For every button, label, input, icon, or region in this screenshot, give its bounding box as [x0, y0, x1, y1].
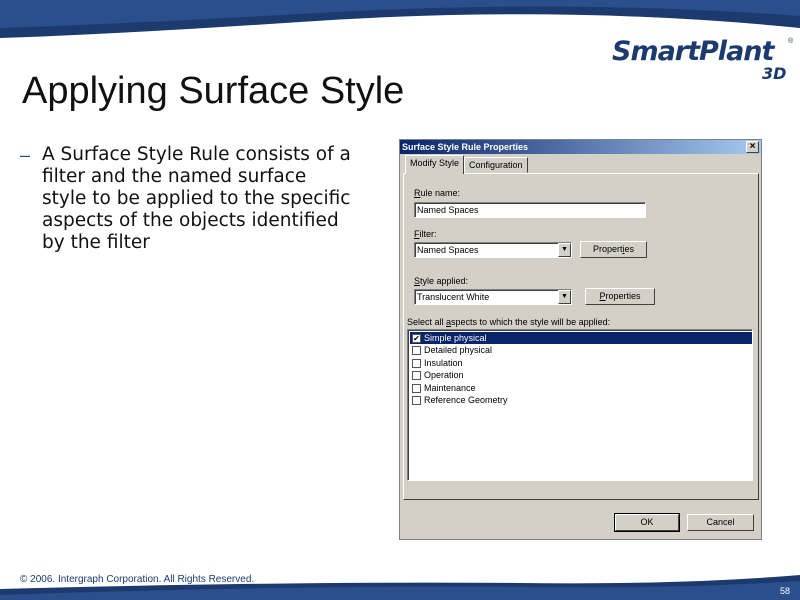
bullet-dash: – — [20, 145, 31, 165]
filter-properties-button[interactable]: Properties — [580, 241, 647, 258]
list-item[interactable]: ✔ Simple physical — [410, 332, 752, 344]
list-item[interactable]: Insulation — [410, 357, 752, 369]
smartplant-logo: SmartPlant ® 3D — [612, 36, 796, 88]
bullet-item: – A Surface Style Rule consists of a fil… — [20, 144, 360, 254]
style-combo[interactable]: Translucent White ▼ — [414, 289, 572, 305]
surface-style-rule-dialog: Surface Style Rule Properties × Modify S… — [399, 139, 762, 540]
tab-panel: Rule name: Named Spaces Filter: Named Sp… — [403, 173, 759, 500]
ok-button[interactable]: OK — [614, 513, 680, 532]
checkbox[interactable] — [412, 345, 421, 355]
checkbox[interactable] — [412, 383, 421, 393]
footer-copyright: © 2006. Intergraph Corporation. All Righ… — [20, 574, 255, 585]
tab-modify-style[interactable]: Modify Style — [405, 155, 465, 174]
list-item[interactable]: Operation — [410, 369, 752, 381]
dialog-titlebar: Surface Style Rule Properties × — [400, 140, 761, 154]
logo-registered-mark: ® — [788, 38, 794, 45]
filter-label: Filter: — [414, 229, 437, 239]
top-decorative-band — [0, 0, 800, 38]
checkbox[interactable]: ✔ — [412, 333, 421, 343]
checkbox[interactable] — [412, 358, 421, 368]
close-icon[interactable]: × — [746, 141, 759, 153]
filter-combo[interactable]: Named Spaces ▼ — [414, 242, 572, 258]
dialog-title: Surface Style Rule Properties — [402, 142, 529, 152]
cancel-button[interactable]: Cancel — [687, 514, 754, 531]
logo-main-text: SmartPlant — [612, 36, 774, 67]
list-item[interactable]: Detailed physical — [410, 344, 752, 356]
style-properties-button[interactable]: Properties — [585, 288, 655, 305]
checkbox[interactable] — [412, 370, 421, 380]
rule-name-label: Rule name: — [414, 188, 461, 198]
chevron-down-icon[interactable]: ▼ — [558, 290, 571, 304]
style-applied-label: Style applied: — [414, 276, 469, 286]
list-item[interactable]: Reference Geometry — [410, 394, 752, 406]
bullet-text: A Surface Style Rule consists of a filte… — [42, 144, 351, 253]
logo-sub-text: 3D — [762, 64, 787, 83]
slide-title: Applying Surface Style — [22, 70, 405, 112]
checkbox[interactable] — [412, 395, 421, 405]
chevron-down-icon[interactable]: ▼ — [558, 243, 571, 257]
tab-configuration[interactable]: Configuration — [464, 157, 528, 173]
list-item[interactable]: Maintenance — [410, 382, 752, 394]
aspects-list[interactable]: ✔ Simple physical Detailed physical Insu… — [407, 329, 753, 481]
filter-value: Named Spaces — [417, 245, 479, 255]
page-number: 58 — [780, 586, 791, 596]
rule-name-input[interactable]: Named Spaces — [414, 202, 646, 218]
aspects-label: Select all aspects to which the style wi… — [407, 317, 611, 327]
style-value: Translucent White — [417, 292, 490, 302]
